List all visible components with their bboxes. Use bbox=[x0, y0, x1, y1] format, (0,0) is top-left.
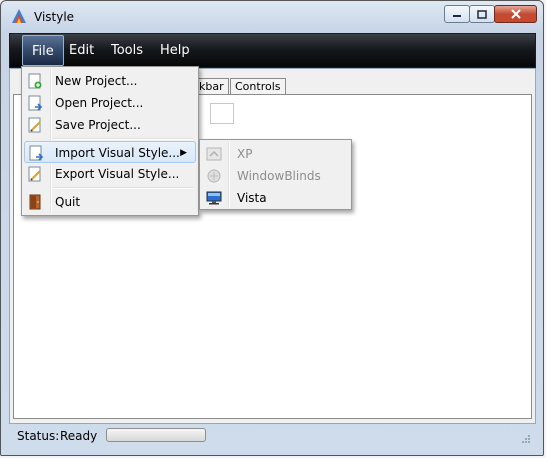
submenu-item-windowblinds[interactable]: WindowBlinds bbox=[202, 165, 349, 187]
close-icon bbox=[510, 9, 521, 19]
window-title: Vistyle bbox=[34, 10, 75, 24]
open-project-icon bbox=[28, 95, 43, 111]
import-style-icon bbox=[29, 145, 44, 161]
save-project-icon bbox=[28, 117, 41, 133]
submenu-item-xp[interactable]: XP bbox=[202, 143, 349, 165]
menu-separator bbox=[53, 187, 193, 189]
menu-item-label: Export Visual Style... bbox=[55, 167, 180, 181]
menu-item-label: Quit bbox=[55, 195, 81, 209]
menu-item-save-project[interactable]: Save Project... bbox=[24, 114, 196, 136]
resize-grip-icon[interactable] bbox=[520, 433, 530, 443]
minimize-icon bbox=[453, 15, 461, 17]
submenu-item-label: WindowBlinds bbox=[237, 169, 321, 183]
maximize-button[interactable] bbox=[469, 5, 495, 23]
import-submenu: XP WindowBlinds Vista bbox=[199, 139, 352, 210]
menu-tools[interactable]: Tools bbox=[102, 34, 152, 67]
maximize-icon bbox=[477, 9, 487, 19]
vistyle-app-icon bbox=[12, 9, 26, 23]
menu-item-label: Save Project... bbox=[55, 118, 141, 132]
menu-item-open-project[interactable]: Open Project... bbox=[24, 92, 196, 114]
tab-controls[interactable]: Controls bbox=[230, 78, 286, 94]
menu-item-new-project[interactable]: New Project... bbox=[24, 70, 196, 92]
submenu-item-label: XP bbox=[237, 147, 253, 161]
status-value: Ready bbox=[60, 429, 98, 443]
menu-file[interactable]: File bbox=[22, 35, 64, 66]
menu-separator bbox=[53, 138, 193, 140]
export-style-icon bbox=[28, 166, 41, 182]
vista-monitor-icon bbox=[206, 191, 222, 205]
menu-bar: File Edit Tools Help bbox=[9, 33, 536, 68]
menu-item-export-visual-style[interactable]: Export Visual Style... bbox=[24, 163, 196, 185]
minimize-button[interactable] bbox=[444, 5, 470, 23]
status-progress-bar bbox=[106, 428, 206, 442]
menu-item-label: Open Project... bbox=[55, 96, 144, 110]
panel-input-box[interactable] bbox=[210, 103, 234, 124]
menu-edit[interactable]: Edit bbox=[60, 34, 103, 67]
quit-door-icon bbox=[29, 194, 41, 210]
status-bar: Status: Ready bbox=[9, 424, 536, 448]
status-label: Status: bbox=[17, 429, 60, 443]
close-button[interactable] bbox=[494, 5, 537, 23]
windowblinds-icon bbox=[207, 169, 221, 183]
new-project-icon bbox=[28, 73, 42, 89]
title-bar[interactable]: Vistyle bbox=[1, 1, 543, 31]
tab-taskbar[interactable]: kbar bbox=[197, 78, 229, 94]
submenu-arrow-icon: ▶ bbox=[180, 148, 187, 158]
submenu-item-label: Vista bbox=[237, 191, 267, 205]
menu-item-import-visual-style[interactable]: Import Visual Style... ▶ bbox=[24, 141, 196, 163]
menu-help[interactable]: Help bbox=[151, 34, 199, 67]
menu-item-label: New Project... bbox=[55, 74, 138, 88]
menu-item-quit[interactable]: Quit bbox=[24, 191, 196, 213]
menu-item-label: Import Visual Style... bbox=[55, 146, 180, 160]
submenu-item-vista[interactable]: Vista bbox=[202, 187, 349, 209]
file-menu: New Project... Open Project... Save Proj… bbox=[21, 66, 199, 216]
xp-icon bbox=[206, 147, 222, 161]
